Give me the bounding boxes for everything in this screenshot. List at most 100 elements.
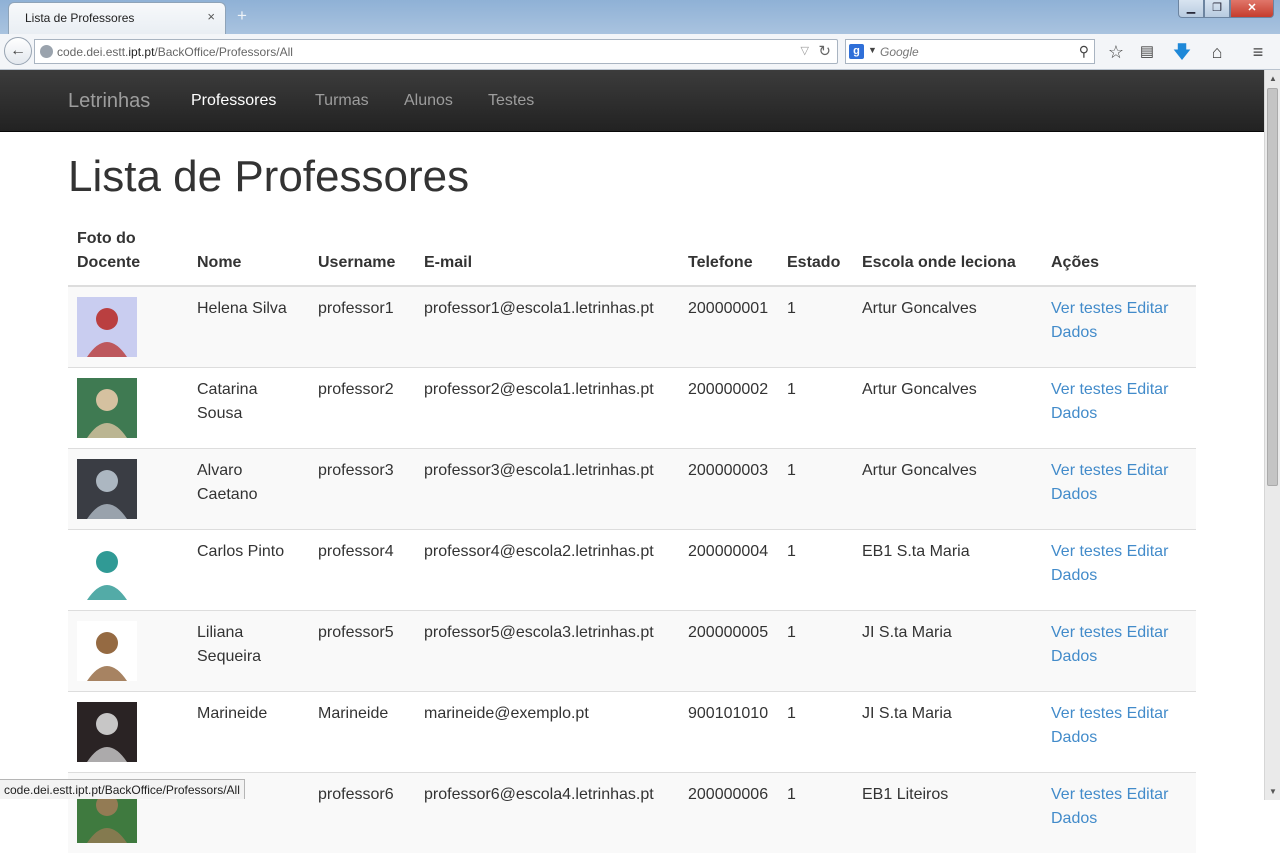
teacher-photo: [77, 540, 137, 600]
brand-link[interactable]: Letrinhas: [68, 90, 150, 113]
nav-turmas[interactable]: Turmas: [315, 92, 369, 110]
bookmark-star-icon[interactable]: ☆: [1104, 40, 1128, 64]
cell-nome: Catarina Sousa: [188, 368, 309, 449]
url-prefix: code.dei.estt.: [57, 45, 128, 59]
cell-email: professor1@escola1.letrinhas.pt: [415, 286, 679, 368]
teacher-photo: [77, 297, 137, 357]
cell-telefone: 200000004: [679, 530, 778, 611]
cell-telefone: 200000005: [679, 611, 778, 692]
close-tab-icon[interactable]: ×: [207, 9, 215, 24]
header-escola: Escola onde leciona: [853, 219, 1042, 286]
history-dropdown-icon[interactable]: ▽: [801, 44, 809, 57]
cell-username: Marineide: [309, 692, 415, 773]
cell-email: professor2@escola1.letrinhas.pt: [415, 368, 679, 449]
downloads-icon[interactable]: 🡇: [1170, 40, 1194, 64]
cell-telefone: 200000001: [679, 286, 778, 368]
scroll-down-icon[interactable]: ▼: [1269, 787, 1277, 796]
ver-testes-link[interactable]: Ver testes: [1051, 462, 1122, 479]
table-row: Liliana Sequeiraprofessor5professor5@esc…: [68, 611, 1196, 692]
cell-username: professor3: [309, 449, 415, 530]
cell-escola: Artur Goncalves: [853, 368, 1042, 449]
cell-estado: 1: [778, 692, 853, 773]
cell-acoes: Ver testes Editar Dados: [1042, 530, 1196, 611]
cell-estado: 1: [778, 611, 853, 692]
header-email: E-mail: [415, 219, 679, 286]
header-nome: Nome: [188, 219, 309, 286]
cell-nome: Marineide: [188, 692, 309, 773]
cell-username: professor4: [309, 530, 415, 611]
table-row: Catarina Sousaprofessor2professor2@escol…: [68, 368, 1196, 449]
ver-testes-link[interactable]: Ver testes: [1051, 381, 1122, 398]
nav-testes[interactable]: Testes: [488, 92, 534, 110]
cell-nome: Carlos Pinto: [188, 530, 309, 611]
search-placeholder: Google: [880, 45, 919, 59]
cell-username: professor5: [309, 611, 415, 692]
teacher-photo: [77, 459, 137, 519]
ver-testes-link[interactable]: Ver testes: [1051, 300, 1122, 317]
new-tab-button[interactable]: +: [232, 6, 252, 26]
cell-email: professor4@escola2.letrinhas.pt: [415, 530, 679, 611]
minimize-button[interactable]: ▁: [1178, 0, 1204, 18]
nav-professores[interactable]: Professores: [191, 92, 276, 110]
page-title: Lista de Professores: [68, 152, 469, 202]
restore-button[interactable]: ❐: [1204, 0, 1230, 18]
cell-telefone: 900101010: [679, 692, 778, 773]
back-button[interactable]: ←: [4, 37, 32, 65]
teacher-photo: [77, 378, 137, 438]
table-row: Helena Silvaprofessor1professor1@escola1…: [68, 286, 1196, 368]
menu-icon[interactable]: ≡: [1246, 40, 1270, 64]
browser-toolbar: ← code.dei.estt.ipt.pt/BackOffice/Profes…: [0, 34, 1280, 70]
google-search-engine-icon[interactable]: g: [849, 44, 864, 59]
search-bar[interactable]: g ▼ Google ⚲: [845, 39, 1095, 64]
bookmarks-menu-icon[interactable]: ▤: [1135, 40, 1159, 64]
cell-escola: EB1 Liteiros: [853, 773, 1042, 853]
cell-escola: Artur Goncalves: [853, 449, 1042, 530]
cell-escola: JI S.ta Maria: [853, 611, 1042, 692]
browser-tab[interactable]: Lista de Professores ×: [8, 2, 226, 34]
cell-escola: EB1 S.ta Maria: [853, 530, 1042, 611]
window-close-button[interactable]: ✕: [1230, 0, 1274, 18]
globe-icon: [40, 45, 53, 58]
url-text: code.dei.estt.ipt.pt/BackOffice/Professo…: [57, 45, 293, 59]
cell-nome: Liliana Sequeira: [188, 611, 309, 692]
header-username: Username: [309, 219, 415, 286]
site-navbar: Letrinhas Professores Turmas Alunos Test…: [0, 70, 1264, 132]
scroll-up-icon[interactable]: ▲: [1269, 74, 1277, 83]
cell-acoes: Ver testes Editar Dados: [1042, 773, 1196, 853]
vertical-scrollbar[interactable]: ▲ ▼: [1264, 70, 1280, 800]
cell-email: professor6@escola4.letrinhas.pt: [415, 773, 679, 853]
cell-escola: Artur Goncalves: [853, 286, 1042, 368]
reload-icon[interactable]: ↻: [818, 42, 831, 60]
search-icon[interactable]: ⚲: [1079, 43, 1089, 60]
cell-estado: 1: [778, 368, 853, 449]
ver-testes-link[interactable]: Ver testes: [1051, 786, 1122, 803]
cell-acoes: Ver testes Editar Dados: [1042, 449, 1196, 530]
cell-nome: Alvaro Caetano: [188, 449, 309, 530]
cell-username: professor1: [309, 286, 415, 368]
home-icon[interactable]: ⌂: [1205, 40, 1229, 64]
cell-escola: JI S.ta Maria: [853, 692, 1042, 773]
url-domain: ipt.pt: [128, 45, 154, 59]
ver-testes-link[interactable]: Ver testes: [1051, 705, 1122, 722]
table-row: Carlos Pintoprofessor4professor4@escola2…: [68, 530, 1196, 611]
cell-email: professor3@escola1.letrinhas.pt: [415, 449, 679, 530]
scrollbar-thumb[interactable]: [1267, 88, 1278, 486]
cell-nome: Helena Silva: [188, 286, 309, 368]
address-bar[interactable]: code.dei.estt.ipt.pt/BackOffice/Professo…: [34, 39, 838, 64]
table-row: Alvaro Caetanoprofessor3professor3@escol…: [68, 449, 1196, 530]
cell-acoes: Ver testes Editar Dados: [1042, 692, 1196, 773]
photo-cell: [68, 449, 188, 530]
nav-alunos[interactable]: Alunos: [404, 92, 453, 110]
header-telefone: Telefone: [679, 219, 778, 286]
ver-testes-link[interactable]: Ver testes: [1051, 624, 1122, 641]
teacher-photo: [77, 702, 137, 762]
professors-table: Foto do Docente Nome Username E-mail Tel…: [68, 219, 1196, 853]
tab-strip: Lista de Professores × + ▁ ❐ ✕: [0, 0, 1280, 34]
header-acoes: Ações: [1042, 219, 1196, 286]
status-bar: code.dei.estt.ipt.pt/BackOffice/Professo…: [0, 779, 245, 799]
engine-dropdown-icon[interactable]: ▼: [868, 45, 877, 55]
cell-acoes: Ver testes Editar Dados: [1042, 611, 1196, 692]
cell-estado: 1: [778, 449, 853, 530]
cell-acoes: Ver testes Editar Dados: [1042, 368, 1196, 449]
ver-testes-link[interactable]: Ver testes: [1051, 543, 1122, 560]
